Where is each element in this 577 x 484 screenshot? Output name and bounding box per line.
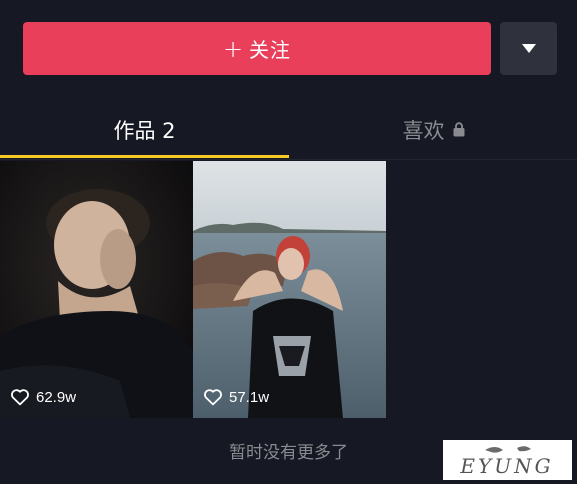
plus-icon: + bbox=[222, 34, 244, 63]
heart-outline-icon bbox=[10, 388, 30, 406]
video-thumbnail-image bbox=[0, 161, 193, 418]
svg-text:EYUNG: EYUNG bbox=[459, 454, 553, 478]
video-thumbnail[interactable]: 62.9w bbox=[0, 161, 193, 418]
profile-tabs: 作品 2 喜欢 bbox=[0, 100, 577, 160]
like-count-text: 62.9w bbox=[36, 388, 77, 406]
tab-works-label: 作品 2 bbox=[113, 118, 176, 143]
active-tab-indicator bbox=[0, 155, 289, 158]
watermark-logo: EYUNG bbox=[443, 440, 572, 480]
tab-likes[interactable]: 喜欢 bbox=[289, 100, 577, 159]
like-count-text: 57.1w bbox=[229, 388, 270, 406]
follow-button[interactable]: + 关注 bbox=[23, 22, 491, 75]
follow-button-label: 关注 bbox=[249, 38, 292, 62]
more-options-button[interactable] bbox=[500, 22, 557, 75]
video-thumbnail[interactable]: 57.1w bbox=[193, 161, 386, 418]
video-thumbnail-image bbox=[193, 161, 386, 418]
watermark-logo-image: EYUNG bbox=[459, 446, 553, 478]
heart-outline-icon bbox=[203, 388, 223, 406]
lock-icon bbox=[453, 122, 465, 137]
tab-works[interactable]: 作品 2 bbox=[0, 100, 289, 159]
tab-likes-label: 喜欢 bbox=[402, 118, 445, 143]
like-count: 57.1w bbox=[203, 388, 269, 406]
triangle-down-icon bbox=[521, 39, 536, 58]
like-count: 62.9w bbox=[10, 388, 76, 406]
